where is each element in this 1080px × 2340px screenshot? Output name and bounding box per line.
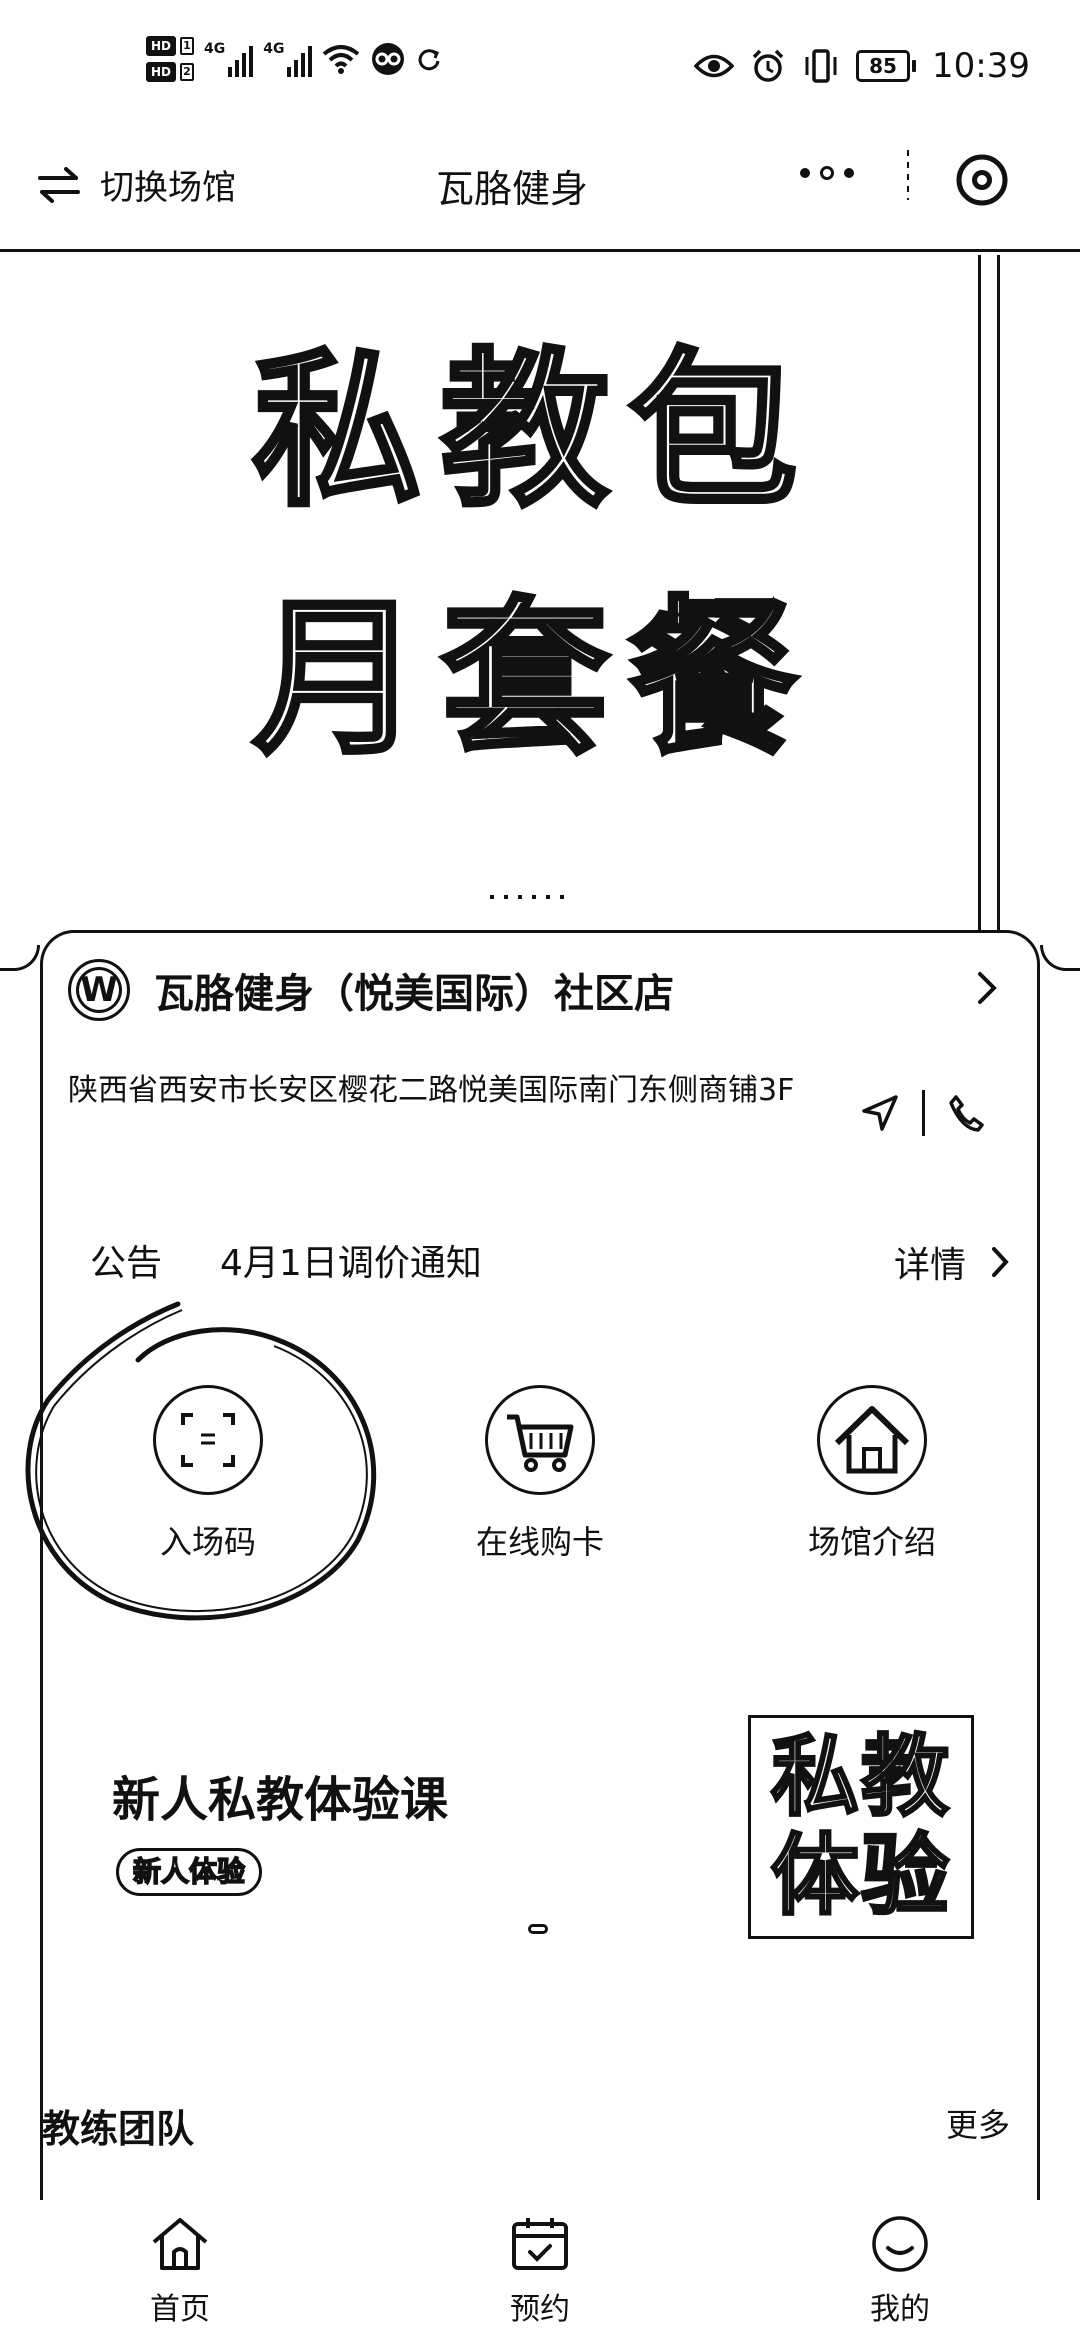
store-address: 陕西省西安市长安区樱花二路悦美国际南门东侧商铺3F [68, 1073, 795, 1108]
venue-intro-label: 场馆介绍 [807, 1523, 936, 1561]
status-bar: HD 1 HD 2 4G 4G 85 10:39 [0, 0, 1080, 130]
banner-edge [978, 255, 1000, 935]
action-divider [922, 1090, 925, 1136]
promo-pagination [528, 1924, 548, 1934]
signal-icon: 4G [263, 41, 313, 77]
chevron-right-icon [992, 1247, 1009, 1277]
banner-headline-line2: 月套餐 [251, 581, 817, 777]
tab-home[interactable]: 首页 [100, 2214, 260, 2328]
promo-image-line2: 体验 [769, 1824, 951, 1927]
phone-icon[interactable] [947, 1093, 985, 1133]
battery-level: 85 [856, 50, 911, 82]
tab-booking[interactable]: 预约 [460, 2214, 620, 2328]
hd-badge: HD [146, 62, 176, 82]
announcement-label: 公告 [90, 1243, 163, 1284]
tab-home-label: 首页 [150, 2292, 210, 2327]
sim-slot-number: 1 [180, 37, 194, 55]
profile-icon [872, 2216, 928, 2272]
network-type: 4G [204, 41, 226, 57]
clock: 10:39 [932, 46, 1030, 86]
mini-program-header: 切换场馆 瓦胳健身 [0, 130, 1080, 252]
details-label: 详情 [893, 1245, 966, 1286]
coach-team-title: 教练团队 [42, 2107, 195, 2151]
promo-banner[interactable]: 私教包 月套餐 [0, 255, 1080, 975]
more-dot-icon [800, 168, 810, 178]
buy-card-online-button[interactable]: 在线购卡 [440, 1385, 640, 1563]
banner-headline-line1: 私教包 [251, 333, 817, 529]
promo-image[interactable]: 私教 体验 [748, 1715, 974, 1939]
announcement-details-link[interactable]: 详情 [894, 1236, 1010, 1288]
shopping-cart-icon [485, 1385, 595, 1495]
banner-pagination [490, 895, 564, 899]
status-right: 85 10:39 [694, 46, 1030, 86]
more-dot-icon [820, 166, 834, 180]
vibrate-icon [805, 49, 837, 83]
calendar-icon [512, 2218, 568, 2270]
hd-badge: HD [146, 36, 176, 56]
eye-comfort-icon [694, 54, 735, 78]
store-logo: W [68, 959, 130, 1021]
status-left: HD 1 HD 2 4G 4G [146, 36, 442, 82]
hotspot-link-icon [372, 43, 405, 75]
sim-slot-number: 2 [180, 63, 194, 81]
promo-title[interactable]: 新人私教体验课 [112, 1760, 448, 1830]
close-mini-program-icon[interactable] [954, 152, 1010, 208]
house-icon [817, 1385, 927, 1495]
entry-code-button[interactable]: 入场码 [108, 1385, 308, 1563]
qr-scan-icon [153, 1385, 263, 1495]
chevron-right-icon [978, 972, 997, 1004]
entry-code-label: 入场码 [159, 1523, 256, 1561]
tab-booking-label: 预约 [510, 2292, 570, 2327]
buy-card-online-label: 在线购卡 [475, 1523, 604, 1561]
wifi-icon [323, 45, 360, 74]
navigate-icon[interactable] [860, 1093, 900, 1133]
announcement-bar[interactable]: 公告 4月1日调价通知 详情 [90, 1232, 1010, 1288]
coach-team-more-link[interactable]: 更多 [946, 2100, 1010, 2146]
capsule-divider [907, 150, 909, 200]
mini-program-home: HD 1 HD 2 4G 4G 85 10:39 切换场馆 瓦胳健身 私教包 月… [0, 0, 1080, 2340]
promo-tag: 新人体验 [116, 1848, 263, 1896]
hd-indicator-2: HD 2 [146, 62, 194, 82]
tab-profile[interactable]: 我的 [820, 2214, 980, 2328]
announcement-text: 4月1日调价通知 [220, 1243, 482, 1284]
tab-profile-label: 我的 [870, 2292, 930, 2327]
address-actions [860, 1090, 985, 1136]
store-name: 瓦胳健身（悦美国际）社区店 [154, 971, 674, 1017]
network-type: 4G [263, 41, 285, 57]
bottom-tab-bar: 首页 预约 我的 [0, 2200, 1080, 2340]
signal-icon: 4G [204, 41, 254, 77]
hd-indicator-1: HD 1 [146, 36, 194, 56]
more-menu-button[interactable] [800, 166, 854, 180]
promo-image-line1: 私教 [769, 1725, 951, 1829]
alarm-icon [752, 49, 784, 82]
battery-indicator: 85 [856, 50, 917, 82]
store-header[interactable]: W 瓦胳健身（悦美国际）社区店 [68, 959, 1018, 1021]
sync-icon [419, 49, 440, 71]
battery-tip [912, 60, 917, 72]
page-title: 瓦胳健身 [435, 167, 588, 211]
venue-intro-button[interactable]: 场馆介绍 [772, 1385, 972, 1563]
hd-indicators: HD 1 HD 2 [146, 36, 194, 82]
more-dot-icon [844, 168, 854, 178]
home-icon [152, 2218, 208, 2270]
